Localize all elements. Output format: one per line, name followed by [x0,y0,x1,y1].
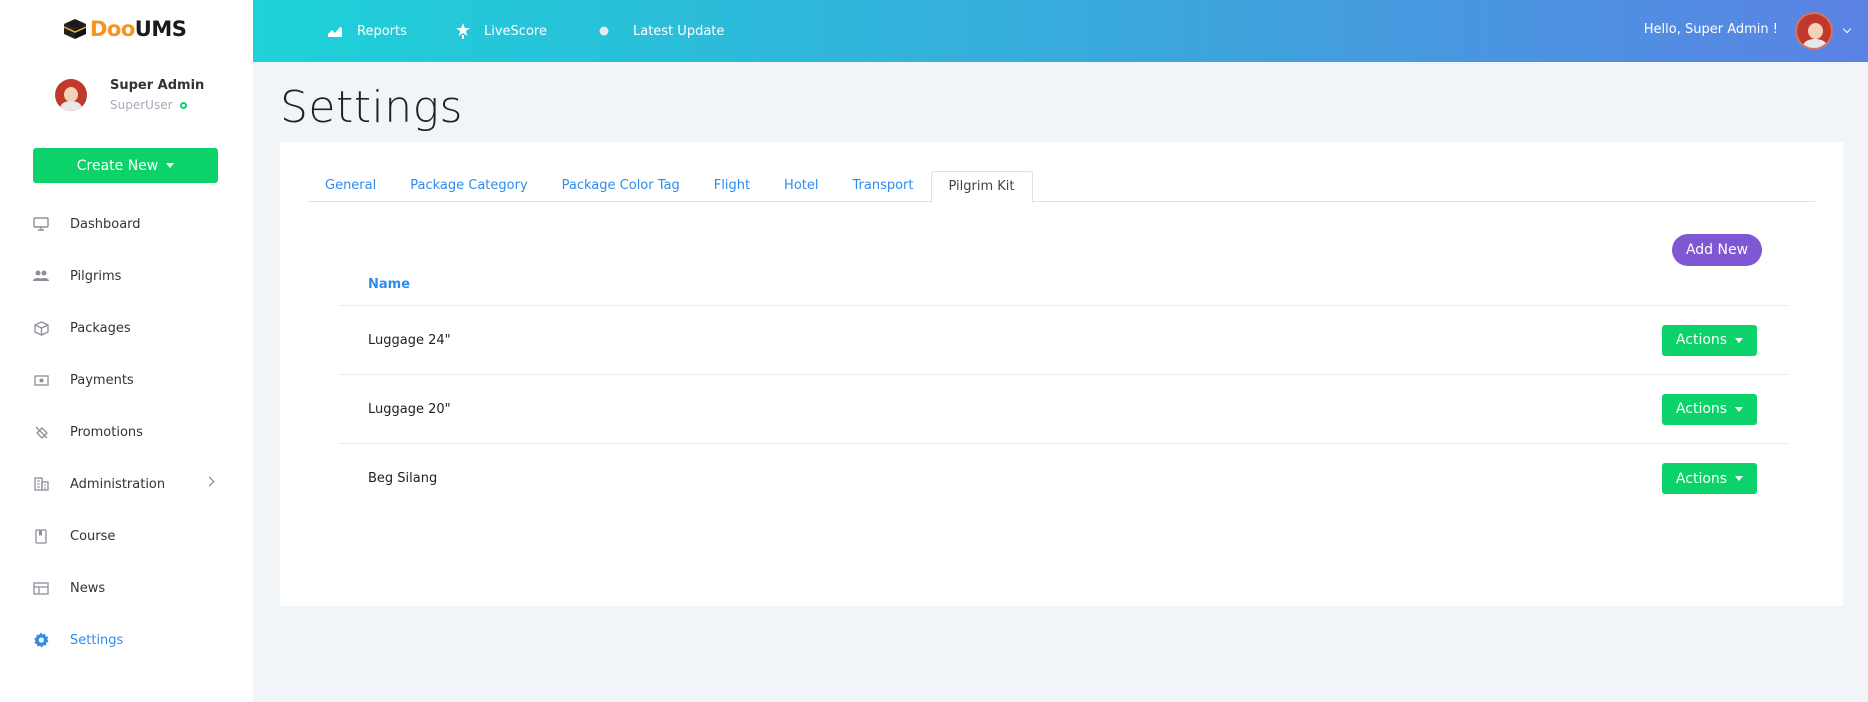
actions-button[interactable]: Actions [1662,324,1757,356]
sidebar-item-label: Administration [70,476,166,492]
logo-doo: Doo [90,17,135,41]
greeting-text: Hello, Super Admin ! [1643,22,1778,37]
create-new-button[interactable]: Create New [33,148,218,183]
sidebar-item-administration[interactable]: Administration [0,458,253,510]
row-name: Luggage 20" [368,401,451,417]
monitor-icon [33,216,49,232]
sidebar-item-pilgrims[interactable]: Pilgrims [0,250,253,302]
chevron-down-icon[interactable] [1842,24,1852,34]
star-icon [456,23,470,39]
tab-package-color-tag[interactable]: Package Color Tag [545,171,697,202]
table-row: Luggage 20" Actions [338,375,1788,444]
sidebar-nav: Dashboard Pilgrims Packages Payments Pro… [0,198,253,666]
sidebar-item-label: Payments [70,372,134,388]
settings-tabs: General Package Category Package Color T… [308,171,1815,203]
sidebar-item-label: News [70,580,106,596]
app-logo[interactable]: DooUMS [62,14,187,44]
header-link-reports[interactable]: Reports [327,0,407,62]
gear-icon [33,632,49,648]
sidebar-item-course[interactable]: Course [0,510,253,562]
tab-transport[interactable]: Transport [835,171,930,202]
row-name: Luggage 24" [368,332,451,348]
dot-icon [599,26,609,36]
sidebar-item-label: Dashboard [70,216,141,232]
tab-hotel[interactable]: Hotel [767,171,835,202]
add-new-button[interactable]: Add New [1672,234,1762,266]
settings-card: General Package Category Package Color T… [280,142,1843,606]
caret-down-icon [1735,337,1744,343]
sidebar-item-news[interactable]: News [0,562,253,614]
people-icon [33,268,49,284]
sidebar-item-dashboard[interactable]: Dashboard [0,198,253,250]
avatar [55,79,87,111]
tag-icon [33,424,49,440]
column-header-name[interactable]: Name [338,264,1788,306]
tab-general[interactable]: General [308,171,393,202]
sidebar-item-packages[interactable]: Packages [0,302,253,354]
chart-icon [327,25,343,38]
caret-down-icon [166,163,175,168]
newspaper-icon [33,580,49,596]
sidebar-item-payments[interactable]: Payments [0,354,253,406]
table-row: Luggage 24" Actions [338,306,1788,375]
caret-down-icon [1735,476,1744,481]
sidebar-item-label: Promotions [70,424,143,440]
sidebar-item-settings[interactable]: Settings [0,614,253,666]
tab-package-category[interactable]: Package Category [393,171,544,202]
profile-name: Super Admin [110,78,205,93]
row-name: Beg Silang [368,471,438,486]
box-icon [33,320,49,336]
building-icon [33,476,49,492]
sidebar-item-promotions[interactable]: Promotions [0,406,253,458]
chevron-right-icon [204,476,215,487]
tab-flight[interactable]: Flight [697,171,767,202]
sidebar: DooUMS Super Admin SuperUser Create New … [0,0,253,702]
page-title: Settings [280,82,463,133]
header-link-latest-update[interactable]: Latest Update [599,0,724,62]
top-header: Reports LiveScore Latest Update Hello, S… [253,0,1868,62]
book-icon [33,528,49,544]
sidebar-item-label: Course [70,528,116,544]
sidebar-item-label: Settings [70,632,124,648]
sidebar-profile: Super Admin SuperUser [55,78,204,112]
caret-down-icon [1735,406,1744,412]
money-icon [33,372,49,388]
actions-button[interactable]: Actions [1662,393,1757,425]
sidebar-item-label: Packages [70,320,131,336]
tab-pilgrim-kit[interactable]: Pilgrim Kit [930,171,1033,203]
kaaba-logo-icon [63,19,87,39]
table-row: Beg Silang Actions [338,444,1788,513]
pilgrim-kit-table: Name Luggage 24" Actions Luggage 20" Act… [338,264,1788,513]
sidebar-item-label: Pilgrims [70,268,122,284]
user-avatar[interactable] [1795,12,1833,50]
profile-role: SuperUser [110,98,173,112]
logo-ums: UMS [134,17,187,41]
actions-button[interactable]: Actions [1662,463,1757,494]
header-link-livescore[interactable]: LiveScore [456,0,547,62]
online-status-icon [179,101,187,109]
